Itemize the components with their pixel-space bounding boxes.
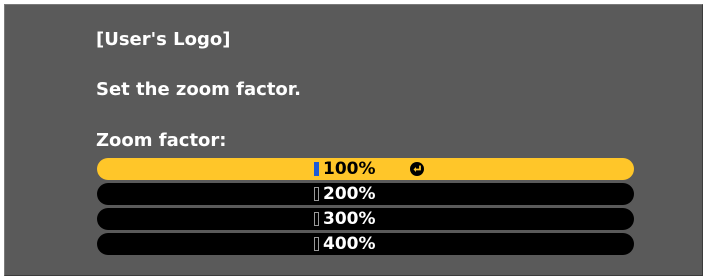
zoom-option-label: 200% <box>323 184 376 204</box>
radio-indicator <box>314 237 319 251</box>
radio-indicator-selected <box>314 162 319 176</box>
zoom-option-label: 300% <box>323 209 376 229</box>
zoom-option-label: 400% <box>323 234 376 254</box>
enter-icon <box>410 162 424 176</box>
radio-indicator <box>314 187 319 201</box>
zoom-option-300[interactable]: 300% <box>97 208 634 230</box>
radio-indicator <box>314 212 319 226</box>
zoom-option-200[interactable]: 200% <box>97 183 634 205</box>
projector-menu-panel: [User's Logo] Set the zoom factor. Zoom … <box>4 4 703 276</box>
zoom-factor-label: Zoom factor: <box>96 130 227 151</box>
instruction-text: Set the zoom factor. <box>96 79 301 100</box>
zoom-option-label: 100% <box>323 159 376 179</box>
menu-title: [User's Logo] <box>96 29 231 50</box>
zoom-option-100[interactable]: 100% <box>97 158 634 180</box>
zoom-option-400[interactable]: 400% <box>97 233 634 255</box>
